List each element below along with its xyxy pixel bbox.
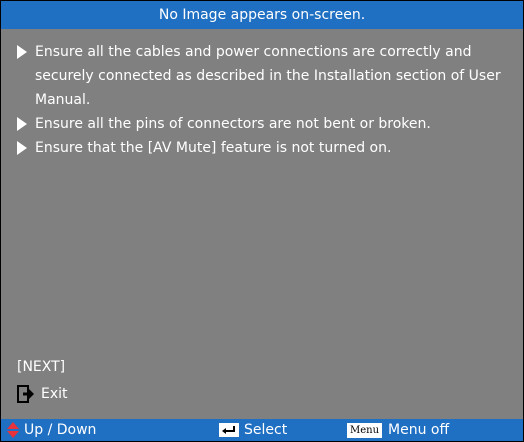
exit-button[interactable]: Exit [17, 385, 68, 403]
bottom-hint-bar: Up / Down Select Menu Menu off [1, 419, 523, 441]
title-bar: No Image appears on-screen. [1, 1, 523, 29]
tip-text: Ensure all the cables and power connecti… [35, 44, 501, 108]
tip-text: Ensure all the pins of connectors are no… [35, 116, 431, 132]
bullet-triangle-icon [17, 117, 27, 131]
tips-list: Ensure all the cables and power connecti… [17, 40, 517, 160]
menu-key-icon: Menu [347, 422, 383, 438]
enter-key-icon [219, 423, 239, 437]
exit-icon [17, 385, 34, 403]
tip-item: Ensure that the [AV Mute] feature is not… [17, 136, 517, 160]
select-label: Select [244, 422, 288, 438]
exit-label: Exit [41, 386, 68, 402]
bullet-triangle-icon [17, 141, 27, 155]
page-title: No Image appears on-screen. [158, 7, 366, 23]
up-down-label: Up / Down [24, 422, 97, 438]
menu-off-label: Menu off [388, 422, 450, 438]
select-hint: Select [219, 419, 287, 441]
up-down-arrows-icon [7, 422, 19, 438]
up-down-hint: Up / Down [7, 419, 96, 441]
tip-item: Ensure all the pins of connectors are no… [17, 112, 517, 136]
bullet-triangle-icon [17, 45, 27, 59]
menu-off-hint: Menu Menu off [347, 419, 449, 441]
tip-item: Ensure all the cables and power connecti… [17, 40, 517, 112]
osd-window: No Image appears on-screen. Ensure all t… [0, 0, 524, 442]
tip-text: Ensure that the [AV Mute] feature is not… [35, 140, 392, 156]
next-button[interactable]: [NEXT] [17, 359, 65, 375]
